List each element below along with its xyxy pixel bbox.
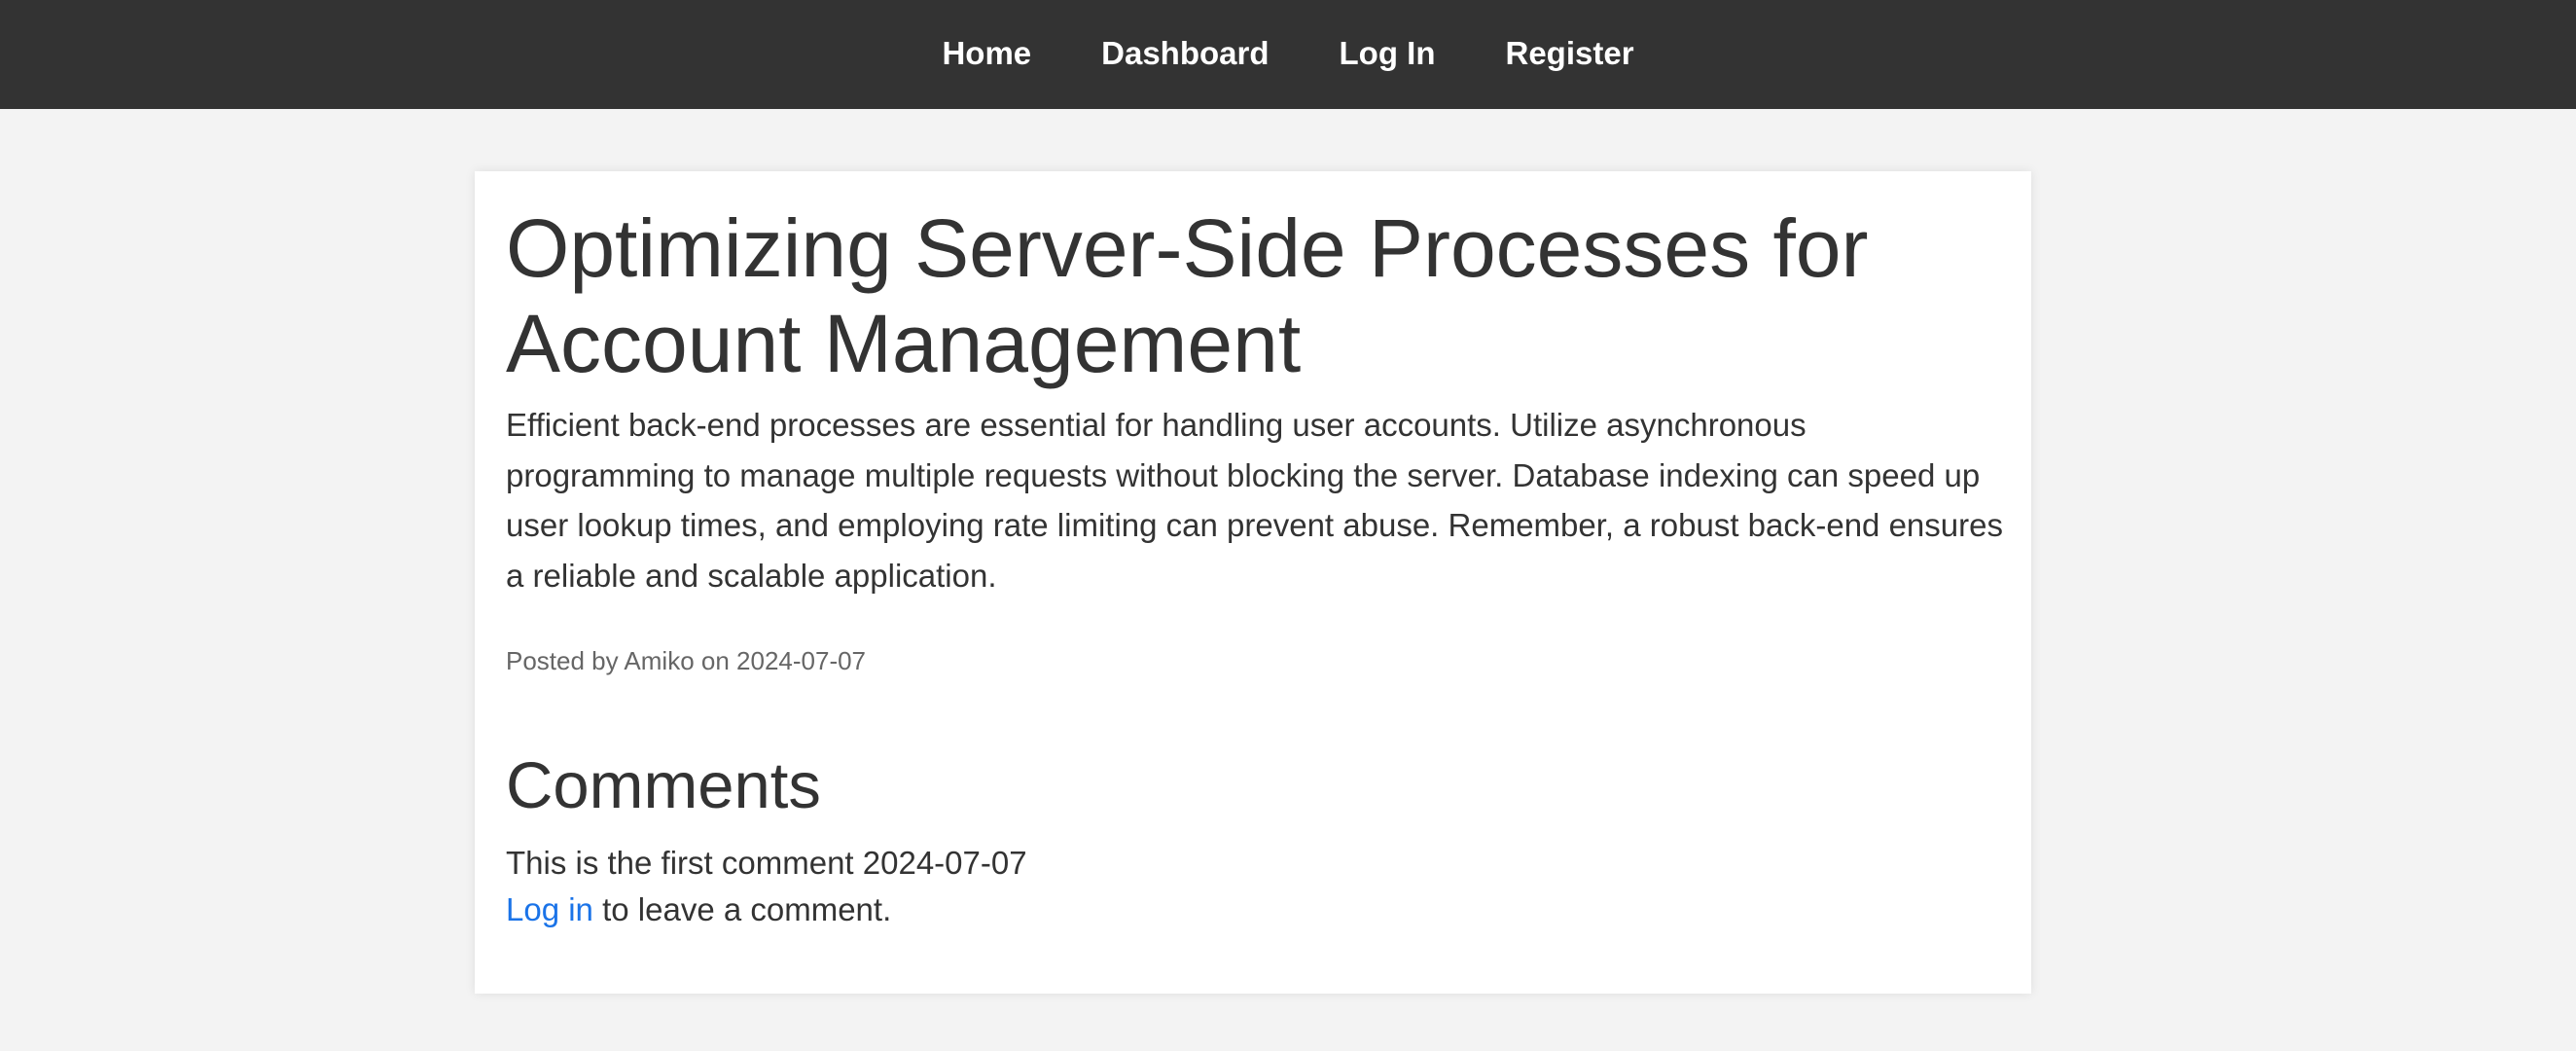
post-title: Optimizing Server-Side Processes for Acc… [506, 202, 1869, 389]
post-meta: Posted by Amiko on 2024-07-07 [506, 646, 867, 675]
login-prompt-text: to leave a comment. [592, 891, 892, 927]
comment-item: This is the first comment 2024-07-07 [506, 845, 1027, 881]
login-link[interactable]: Log in [506, 891, 593, 927]
top-navbar: Home Dashboard Log In Register [0, 0, 2576, 109]
nav-link-home[interactable]: Home [942, 35, 1031, 72]
comments-heading: Comments [506, 749, 821, 822]
post-card: Optimizing Server-Side Processes for Acc… [475, 171, 2031, 994]
post-body: Efficient back-end processes are essenti… [506, 407, 2003, 594]
nav-link-login[interactable]: Log In [1340, 35, 1436, 72]
login-prompt: Log in to leave a comment. [506, 888, 891, 932]
nav-link-register[interactable]: Register [1505, 35, 1633, 72]
nav-link-dashboard[interactable]: Dashboard [1101, 35, 1269, 72]
